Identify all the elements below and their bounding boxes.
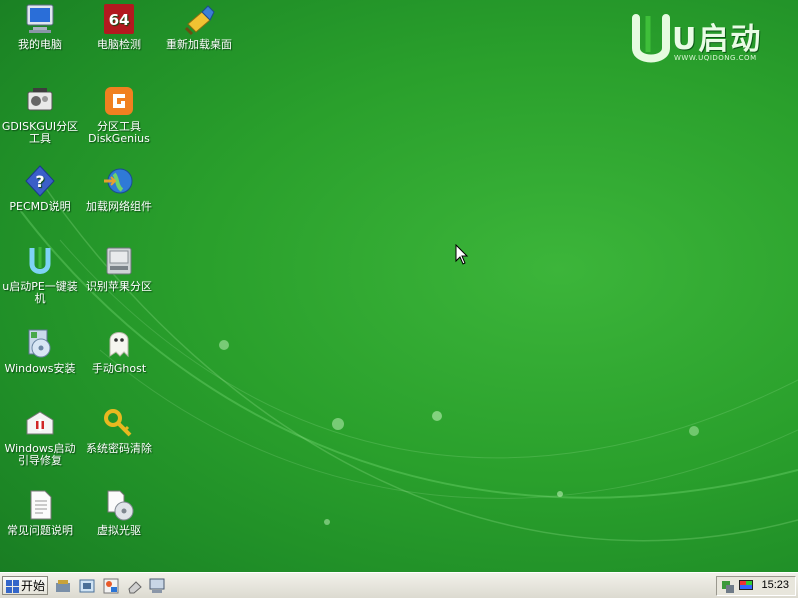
uqidong-u-logo-icon [632, 14, 670, 63]
eraser-icon[interactable] [126, 577, 144, 595]
hardware-test-64-icon: 64 [104, 4, 134, 34]
boot-repair-kit-icon [26, 411, 54, 435]
icon-label: 我的电脑 [18, 38, 62, 51]
icon-label: 重新加载桌面 [166, 38, 232, 51]
start-label: 开始 [21, 579, 46, 593]
image-tool-icon[interactable] [102, 577, 120, 595]
ghost-icon [109, 332, 129, 358]
icon-label: GDISKGUI分区工具 [1, 120, 79, 145]
desktop-icon-manual-ghost[interactable]: 手动Ghost [79, 326, 159, 375]
help-icon: ? [25, 165, 55, 197]
icon-label: 电脑检测 [97, 38, 141, 51]
badge-64: 64 [109, 11, 130, 29]
my-computer-icon [26, 4, 54, 33]
desktop-icon-boot-repair[interactable]: Windows启动引导修复 [0, 406, 80, 467]
desktop-icon-diskgenius[interactable]: 分区工具DiskGenius [79, 84, 159, 145]
brand-url: WWW.UQIDONG.COM [674, 54, 757, 62]
desktop-icon-reload-desktop[interactable]: 重新加载桌面 [159, 2, 239, 51]
system-tray: 15:23 [716, 576, 796, 596]
icon-label: 手动Ghost [91, 362, 147, 375]
desktop-icon-gdiskgui[interactable]: GDISKGUI分区工具 [0, 84, 80, 145]
desktop-icon-pecmd[interactable]: ? PECMD说明 [0, 164, 80, 213]
network-tray-icon[interactable] [720, 578, 736, 594]
icon-label: 加载网络组件 [86, 200, 152, 213]
reload-desktop-icon [184, 5, 215, 36]
desktop: U启动 WWW.UQIDONG.COM 我的电脑 GDISKGUI分区工具 ? … [0, 0, 798, 572]
icon-label: PECMD说明 [9, 200, 71, 213]
desktop-icon-windows-install[interactable]: Windows安装 [0, 326, 80, 375]
taskbar: 开始 15:23 [0, 572, 798, 598]
icon-label: u启动PE一键装机 [2, 280, 78, 305]
apple-partition-disk-icon [106, 247, 132, 275]
screenshot-icon[interactable] [78, 577, 96, 595]
diskgenius-icon [105, 87, 133, 115]
desktop-icon-uqidong-pe[interactable]: u启动PE一键装机 [0, 244, 80, 305]
icon-label: 系统密码清除 [86, 442, 152, 455]
desktop-icon-faq[interactable]: 常见问题说明 [0, 488, 80, 537]
windows-start-icon [6, 580, 19, 593]
desktop-icon-password-clear[interactable]: 系统密码清除 [79, 406, 159, 455]
icon-label: 分区工具DiskGenius [88, 120, 150, 145]
tools-icon[interactable] [54, 577, 72, 595]
start-button[interactable]: 开始 [2, 576, 48, 595]
brand-name: U启动 [672, 22, 763, 57]
desktop-icon-hardware-test[interactable]: 64 电脑检测 [79, 2, 159, 51]
network-globe-icon [104, 168, 133, 194]
svg-text:?: ? [35, 172, 44, 191]
desktop-icon-network[interactable]: 加载网络组件 [79, 164, 159, 213]
document-icon [30, 490, 52, 520]
clock[interactable]: 15:23 [761, 579, 789, 591]
display-tray-icon[interactable] [738, 578, 754, 594]
desktop-icon-my-computer[interactable]: 我的电脑 [0, 2, 80, 51]
uqidong-logo-icon [29, 247, 51, 274]
gdisk-partition-icon [27, 88, 53, 111]
computer-icon[interactable] [148, 577, 166, 595]
icon-label: Windows安装 [4, 362, 76, 375]
uqidong-brand-logo: U启动 WWW.UQIDONG.COM [620, 8, 790, 78]
icon-label: 虚拟光驱 [97, 524, 141, 537]
desktop-icon-apple-partition[interactable]: 识别苹果分区 [79, 244, 159, 293]
virtual-cd-icon [107, 490, 134, 521]
icon-label: 识别苹果分区 [86, 280, 152, 293]
icon-label: 常见问题说明 [7, 524, 73, 537]
icon-label: Windows启动引导修复 [4, 442, 76, 467]
mouse-pointer-icon [455, 244, 469, 265]
desktop-icon-virtual-cd[interactable]: 虚拟光驱 [79, 488, 159, 537]
windows-install-icon [28, 329, 51, 358]
key-icon [104, 409, 132, 437]
